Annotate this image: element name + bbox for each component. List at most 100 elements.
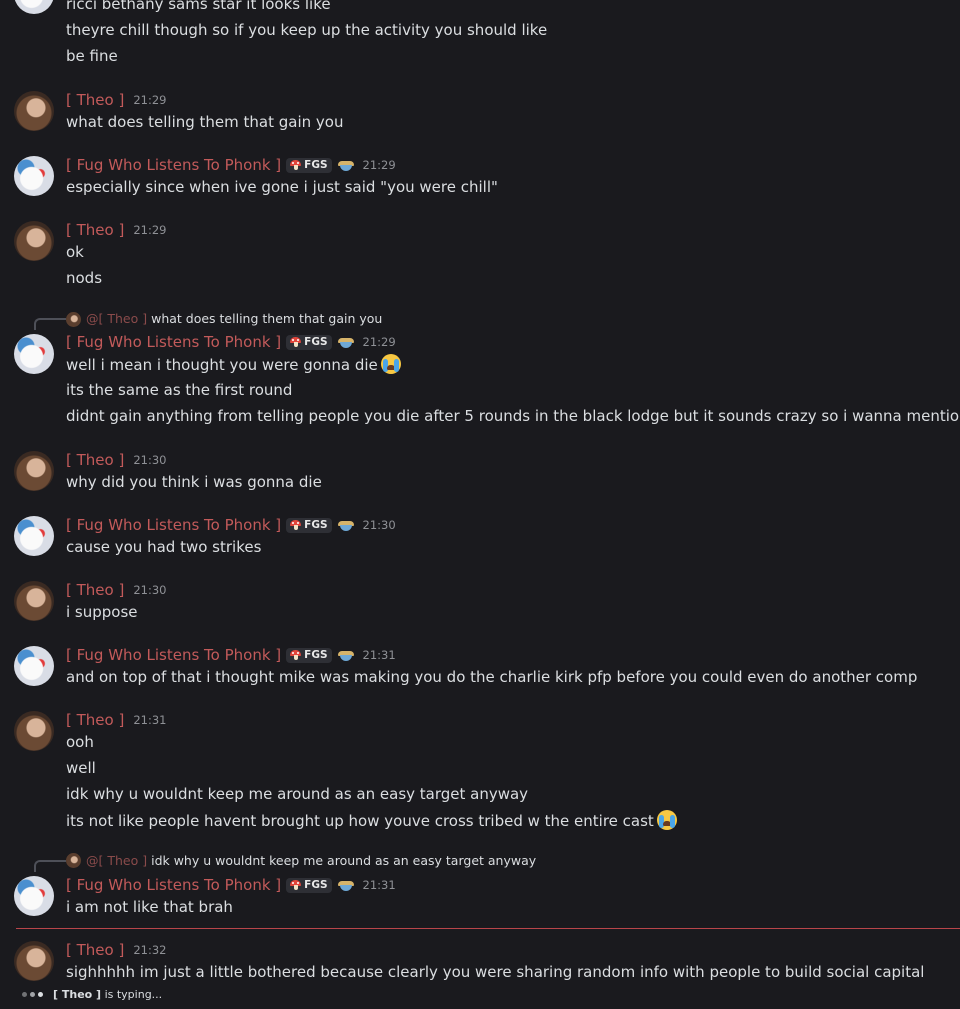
- message-text: sighhhhh im just a little bothered becau…: [66, 963, 925, 981]
- avatar[interactable]: [14, 91, 54, 131]
- username[interactable]: [ Theo ]: [66, 580, 124, 600]
- timestamp[interactable]: 21:30: [363, 515, 396, 535]
- message-text: be fine: [66, 47, 118, 65]
- reply-mention[interactable]: @[ Theo ]: [86, 311, 147, 326]
- guild-tag-label: FGS: [304, 649, 328, 661]
- message-header: [ Fug Who Listens To Phonk ] FGS 21:31: [66, 875, 396, 895]
- avatar[interactable]: [14, 334, 54, 374]
- avatar[interactable]: [14, 451, 54, 491]
- username[interactable]: [ Fug Who Listens To Phonk ]: [66, 155, 281, 175]
- timestamp[interactable]: 21:31: [363, 645, 396, 665]
- message-text: especially since when ive gone i just sa…: [66, 178, 498, 196]
- loudly-crying-face-icon[interactable]: [380, 354, 401, 374]
- reply-connector: [34, 860, 66, 872]
- message-text: i suppose: [66, 603, 138, 621]
- guild-tag[interactable]: FGS: [286, 157, 332, 173]
- mushroom-icon: [290, 337, 302, 347]
- message-text: its not like people havent brought up ho…: [66, 810, 677, 831]
- avatar[interactable]: [14, 711, 54, 751]
- message-text: well i mean i thought you were gonna die: [66, 354, 401, 375]
- message-text: its the same as the first round: [66, 381, 293, 399]
- avatar[interactable]: [14, 646, 54, 686]
- username[interactable]: [ Fug Who Listens To Phonk ]: [66, 515, 281, 535]
- reply-preview-text: what does telling them that gain you: [151, 311, 383, 326]
- message-text: ooh: [66, 733, 94, 751]
- message-header: [ Fug Who Listens To Phonk ] FGS 21:30: [66, 515, 396, 535]
- message-text: ricci bethany sams star it looks like: [66, 0, 331, 13]
- username[interactable]: [ Theo ]: [66, 940, 124, 960]
- username[interactable]: [ Theo ]: [66, 450, 124, 470]
- message-text-content: well i mean i thought you were gonna die: [66, 356, 378, 374]
- reply-mention[interactable]: @[ Theo ]: [86, 853, 147, 868]
- reply-preview[interactable]: @[ Theo ] what does telling them that ga…: [86, 311, 382, 327]
- guild-tag[interactable]: FGS: [286, 877, 332, 893]
- message-text-content: its not like people havent brought up ho…: [66, 812, 654, 830]
- message-header: [ Theo ] 21:29: [66, 220, 166, 240]
- reply-avatar[interactable]: [66, 853, 81, 868]
- guild-tag-label: FGS: [304, 336, 328, 348]
- typing-indicator: [ Theo ] is typing...: [22, 988, 162, 1001]
- timestamp[interactable]: 21:31: [363, 875, 396, 895]
- ramen-bowl-icon[interactable]: [337, 337, 354, 348]
- reply-preview-text: idk why u wouldnt keep me around as an e…: [151, 853, 537, 868]
- username[interactable]: [ Theo ]: [66, 710, 124, 730]
- message-header: [ Theo ] 21:30: [66, 450, 166, 470]
- message-header: [ Theo ] 21:32: [66, 940, 166, 960]
- timestamp[interactable]: 21:29: [133, 220, 166, 240]
- timestamp[interactable]: 21:30: [133, 580, 166, 600]
- avatar[interactable]: [14, 581, 54, 621]
- message-text: cause you had two strikes: [66, 538, 262, 556]
- timestamp[interactable]: 21:29: [363, 332, 396, 352]
- avatar[interactable]: [14, 516, 54, 556]
- new-messages-divider: [16, 928, 960, 929]
- message-text: idk why u wouldnt keep me around as an e…: [66, 785, 529, 803]
- message-text: didnt gain anything from telling people …: [66, 407, 960, 425]
- typing-suffix: is typing...: [101, 988, 163, 1001]
- timestamp[interactable]: 21:30: [133, 450, 166, 470]
- guild-tag[interactable]: FGS: [286, 517, 332, 533]
- message-header: [ Fug Who Listens To Phonk ] FGS 21:31: [66, 645, 396, 665]
- message-text: i am not like that brah: [66, 898, 233, 916]
- typing-dots-icon: [22, 992, 43, 997]
- avatar[interactable]: [14, 941, 54, 981]
- reply-avatar[interactable]: [66, 312, 81, 327]
- username[interactable]: [ Fug Who Listens To Phonk ]: [66, 875, 281, 895]
- reply-connector: [34, 318, 66, 330]
- ramen-bowl-icon[interactable]: [337, 520, 354, 531]
- mushroom-icon: [290, 880, 302, 890]
- timestamp[interactable]: 21:32: [133, 940, 166, 960]
- mushroom-icon: [290, 160, 302, 170]
- mushroom-icon: [290, 520, 302, 530]
- typing-user: [ Theo ]: [53, 988, 102, 1001]
- mushroom-icon: [290, 650, 302, 660]
- ramen-bowl-icon[interactable]: [337, 880, 354, 891]
- loudly-crying-face-icon[interactable]: [656, 810, 677, 830]
- ramen-bowl-icon[interactable]: [337, 160, 354, 171]
- timestamp[interactable]: 21:29: [363, 155, 396, 175]
- avatar[interactable]: [14, 876, 54, 916]
- username[interactable]: [ Fug Who Listens To Phonk ]: [66, 332, 281, 352]
- avatar[interactable]: [14, 221, 54, 261]
- username[interactable]: [ Theo ]: [66, 220, 124, 240]
- message-text: what does telling them that gain you: [66, 113, 344, 131]
- message-text: well: [66, 759, 96, 777]
- message-text: nods: [66, 269, 103, 287]
- message-header: [ Theo ] 21:30: [66, 580, 166, 600]
- message-header: [ Theo ] 21:31: [66, 710, 166, 730]
- message-header: [ Theo ] 21:29: [66, 90, 166, 110]
- username[interactable]: [ Fug Who Listens To Phonk ]: [66, 645, 281, 665]
- username[interactable]: [ Theo ]: [66, 90, 124, 110]
- message-text: theyre chill though so if you keep up th…: [66, 21, 548, 39]
- ramen-bowl-icon[interactable]: [337, 650, 354, 661]
- guild-tag-label: FGS: [304, 519, 328, 531]
- reply-preview[interactable]: @[ Theo ] idk why u wouldnt keep me arou…: [86, 853, 536, 869]
- guild-tag[interactable]: FGS: [286, 334, 332, 350]
- timestamp[interactable]: 21:31: [133, 710, 166, 730]
- avatar[interactable]: [14, 156, 54, 196]
- timestamp[interactable]: 21:29: [133, 90, 166, 110]
- avatar[interactable]: [14, 0, 54, 14]
- guild-tag[interactable]: FGS: [286, 647, 332, 663]
- message-text: why did you think i was gonna die: [66, 473, 322, 491]
- message-text: and on top of that i thought mike was ma…: [66, 668, 918, 686]
- message-header: [ Fug Who Listens To Phonk ] FGS 21:29: [66, 332, 396, 352]
